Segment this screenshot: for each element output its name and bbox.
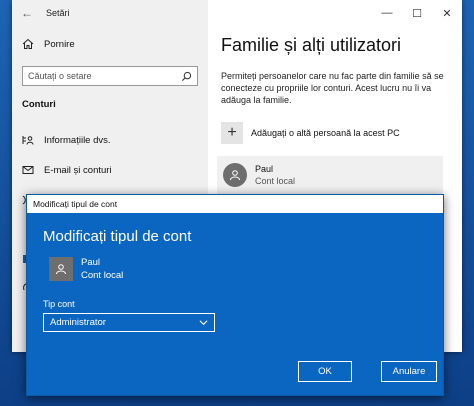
dialog-user-name: Paul — [81, 257, 101, 268]
change-account-type-dialog: Modificați tipul de cont Modificați tipu… — [26, 194, 444, 396]
person-card-icon — [22, 136, 34, 145]
search-icon — [181, 71, 192, 81]
chevron-down-icon — [199, 320, 208, 326]
plus-icon: + — [221, 122, 243, 144]
page-title: Familie și alți utilizatori — [221, 35, 402, 55]
dialog-heading: Modificați tipul de cont — [43, 228, 192, 245]
sidebar-item-your-info[interactable]: Informațiile dvs. — [22, 134, 111, 146]
sidebar-item-label: Pornire — [44, 38, 75, 50]
home-icon — [22, 38, 34, 49]
account-type-select[interactable]: Administrator — [43, 313, 215, 332]
dialog-titlebar: Modificați tipul de cont — [27, 195, 443, 213]
cancel-button[interactable]: Anulare — [381, 361, 437, 382]
sidebar-item-home[interactable]: Pornire — [22, 38, 75, 50]
back-arrow-icon[interactable]: ← — [14, 0, 40, 26]
user-account-type: Cont local — [255, 176, 296, 186]
page-description: Permiteți persoanelor care nu fac parte … — [221, 71, 444, 105]
dialog-user-account-type: Cont local — [81, 270, 124, 281]
mail-icon — [22, 166, 34, 174]
window-titlebar: ← Setări — [12, 0, 208, 26]
dialog-user-info: Paul Cont local — [81, 257, 123, 281]
avatar-icon — [223, 163, 247, 187]
sidebar-item-label: E-mail și conturi — [44, 164, 112, 176]
dialog-user: Paul Cont local — [49, 257, 123, 281]
add-person-button[interactable]: + Adăugați o altă persoană la acest PC — [221, 122, 400, 144]
account-type-value: Administrator — [50, 317, 106, 328]
search-field[interactable] — [22, 66, 198, 86]
user-list-item[interactable]: Paul Cont local — [217, 156, 443, 194]
user-info: Paul Cont local — [255, 164, 295, 186]
user-name: Paul — [255, 164, 274, 174]
account-type-label: Tip cont — [43, 299, 75, 309]
section-heading-accounts: Conturi — [22, 99, 56, 110]
sidebar-item-email-accounts[interactable]: E-mail și conturi — [22, 164, 112, 176]
sidebar-item-label: Informațiile dvs. — [44, 134, 111, 146]
app-title: Setări — [46, 8, 70, 18]
ok-button[interactable]: OK — [298, 361, 352, 382]
add-person-label: Adăugați o altă persoană la acest PC — [251, 128, 400, 138]
search-input[interactable] — [28, 71, 168, 81]
avatar-icon — [49, 257, 73, 281]
